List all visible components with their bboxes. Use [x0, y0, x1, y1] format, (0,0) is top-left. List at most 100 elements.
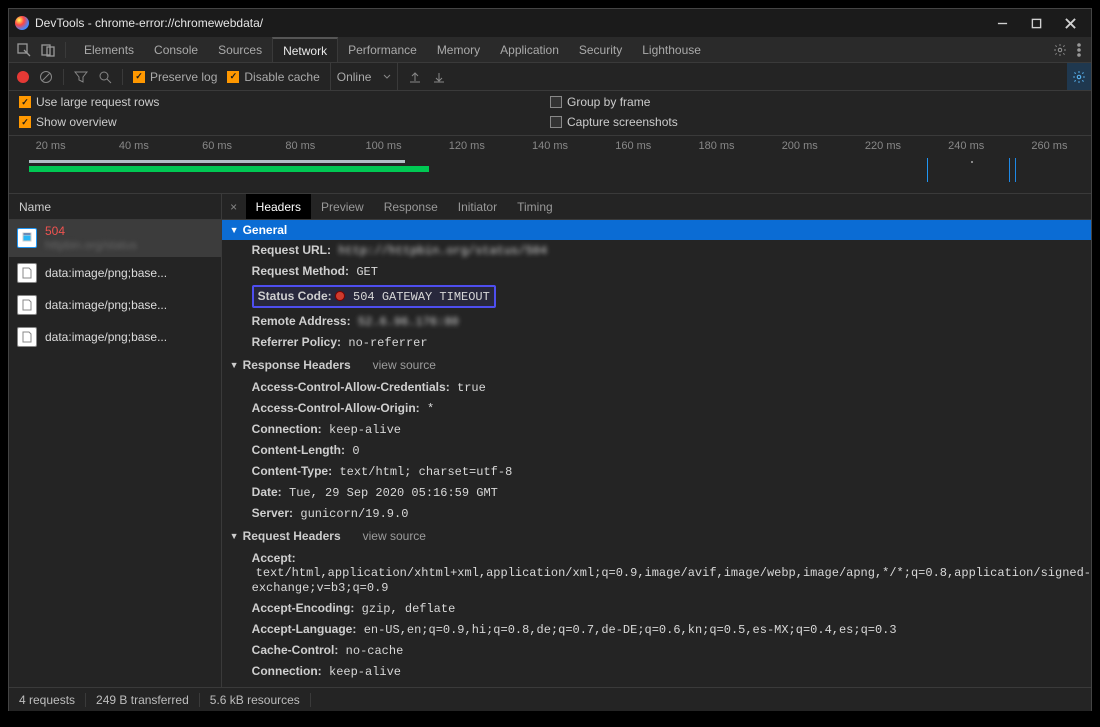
section-response-headers[interactable]: ▼Response Headersview source — [222, 353, 1091, 377]
upload-har-icon[interactable] — [408, 70, 422, 84]
show-overview-checkbox[interactable]: Show overview — [19, 115, 550, 129]
tab-performance[interactable]: Performance — [338, 37, 427, 62]
network-settings-icon[interactable] — [1067, 63, 1091, 90]
hdr-value: 0 — [352, 444, 359, 458]
hdr-value: no-cache — [346, 644, 404, 658]
hdr-key: Accept-Language: — [252, 622, 357, 636]
filter-icon[interactable] — [74, 70, 88, 84]
tick-label: 240 ms — [925, 140, 1008, 154]
hdr-value: Tue, 29 Sep 2020 05:16:59 GMT — [289, 486, 498, 500]
tab-application[interactable]: Application — [490, 37, 569, 62]
capture-screenshots-checkbox[interactable]: Capture screenshots — [550, 115, 1081, 129]
details-panel: × Headers Preview Response Initiator Tim… — [222, 194, 1091, 687]
device-toggle-icon[interactable] — [41, 43, 55, 57]
hdr-value: gzip, deflate — [362, 602, 456, 616]
tab-memory[interactable]: Memory — [427, 37, 490, 62]
hdr-key: Cache-Control: — [252, 643, 339, 657]
hdr-value: text/html; charset=utf-8 — [339, 465, 512, 479]
hdr-value: en-US,en;q=0.9,hi;q=0.8,de;q=0.7,de-DE;q… — [364, 623, 897, 637]
detail-tabs: × Headers Preview Response Initiator Tim… — [222, 194, 1091, 220]
tab-timing[interactable]: Timing — [507, 194, 563, 219]
download-har-icon[interactable] — [432, 70, 446, 84]
show-overview-label: Show overview — [36, 115, 117, 129]
tab-initiator[interactable]: Initiator — [448, 194, 507, 219]
file-icon — [17, 327, 37, 347]
hdr-value: keep-alive — [329, 423, 401, 437]
timeline-overview[interactable]: 20 ms 40 ms 60 ms 80 ms 100 ms 120 ms 14… — [9, 136, 1091, 194]
section-request-headers[interactable]: ▼Request Headersview source — [222, 524, 1091, 548]
record-button[interactable] — [17, 71, 29, 83]
use-large-rows-label: Use large request rows — [36, 95, 159, 109]
view-options: Use large request rows Show overview Gro… — [9, 91, 1091, 136]
hdr-key: Access-Control-Allow-Origin: — [252, 401, 420, 415]
search-icon[interactable] — [98, 70, 112, 84]
network-toolbar: Preserve log Disable cache Online — [9, 63, 1091, 91]
tick-label: 80 ms — [259, 140, 342, 154]
group-by-frame-checkbox[interactable]: Group by frame — [550, 95, 1081, 109]
request-list-panel: Name 504httpbin.org/status data:image/pn… — [9, 194, 222, 687]
hdr-key: DNT: — [252, 685, 279, 687]
use-large-rows-checkbox[interactable]: Use large request rows — [19, 95, 550, 109]
tick-label: 60 ms — [175, 140, 258, 154]
tab-network[interactable]: Network — [272, 37, 338, 62]
request-row[interactable]: data:image/png;base... — [9, 257, 221, 289]
close-button[interactable] — [1053, 9, 1087, 37]
request-name: 504 — [45, 224, 137, 238]
tab-response[interactable]: Response — [374, 194, 448, 219]
clear-icon[interactable] — [39, 70, 53, 84]
disable-cache-checkbox[interactable]: Disable cache — [227, 70, 319, 84]
close-panel-icon[interactable]: × — [222, 194, 246, 219]
hdr-key: Content-Type: — [252, 464, 332, 478]
tab-headers[interactable]: Headers — [246, 194, 311, 219]
remote-address-key: Remote Address: — [252, 314, 351, 328]
section-general[interactable]: ▼General — [222, 220, 1091, 240]
kebab-menu-icon[interactable] — [1077, 43, 1081, 57]
document-icon — [17, 228, 37, 248]
tab-preview[interactable]: Preview — [311, 194, 374, 219]
tick-label: 140 ms — [508, 140, 591, 154]
remote-address-value: 52.6.96.176:80 — [358, 315, 459, 329]
status-requests: 4 requests — [19, 693, 86, 707]
settings-icon[interactable] — [1053, 43, 1067, 57]
tab-console[interactable]: Console — [144, 37, 208, 62]
group-by-frame-label: Group by frame — [567, 95, 650, 109]
view-source-link[interactable]: view source — [363, 529, 426, 543]
throttling-select[interactable]: Online — [330, 63, 399, 90]
request-method-value: GET — [356, 265, 378, 279]
inspect-icon[interactable] — [17, 43, 31, 57]
referrer-policy-value: no-referrer — [348, 336, 427, 350]
preserve-log-checkbox[interactable]: Preserve log — [133, 70, 217, 84]
throttling-value: Online — [337, 70, 372, 84]
tab-security[interactable]: Security — [569, 37, 632, 62]
request-url-key: Request URL: — [252, 243, 331, 257]
hdr-key: Date: — [252, 485, 282, 499]
hdr-key: Server: — [252, 506, 293, 520]
tick-label: 220 ms — [841, 140, 924, 154]
request-row[interactable]: data:image/png;base... — [9, 321, 221, 353]
tab-sources[interactable]: Sources — [208, 37, 272, 62]
referrer-policy-key: Referrer Policy: — [252, 335, 341, 349]
maximize-button[interactable] — [1019, 9, 1053, 37]
column-header-name[interactable]: Name — [9, 194, 221, 220]
request-name: data:image/png;base... — [45, 266, 167, 280]
tick-label: 20 ms — [9, 140, 92, 154]
hdr-value: 1 — [286, 686, 293, 687]
tab-lighthouse[interactable]: Lighthouse — [632, 37, 711, 62]
status-dot-icon — [335, 291, 345, 301]
titlebar: DevTools - chrome-error://chromewebdata/ — [9, 9, 1091, 37]
view-source-link[interactable]: view source — [373, 358, 436, 372]
request-row[interactable]: data:image/png;base... — [9, 289, 221, 321]
hdr-key: Access-Control-Allow-Credentials: — [252, 380, 450, 394]
timeline-marker — [971, 161, 973, 163]
hdr-value: gunicorn/19.9.0 — [300, 507, 408, 521]
capture-screenshots-label: Capture screenshots — [567, 115, 678, 129]
file-icon — [17, 295, 37, 315]
minimize-button[interactable] — [985, 9, 1019, 37]
hdr-value: * — [427, 402, 434, 416]
tab-elements[interactable]: Elements — [74, 37, 144, 62]
disable-cache-label: Disable cache — [244, 70, 319, 84]
window-title: DevTools - chrome-error://chromewebdata/ — [35, 16, 263, 30]
status-bar: 4 requests 249 B transferred 5.6 kB reso… — [9, 687, 1091, 711]
request-row[interactable]: 504httpbin.org/status — [9, 220, 221, 257]
request-url-value: http://httpbin.org/status/504 — [338, 244, 547, 258]
